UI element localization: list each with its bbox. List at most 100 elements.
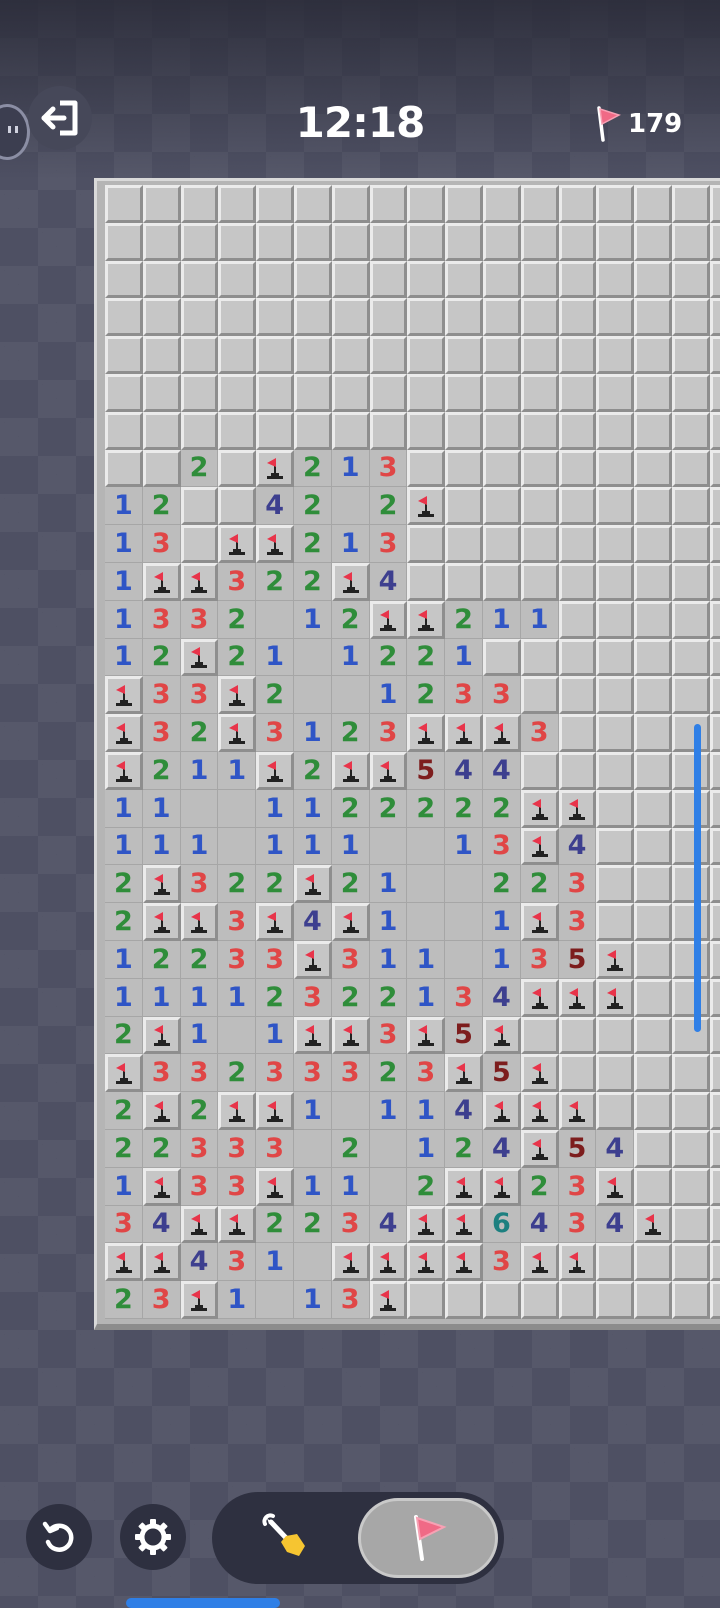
cell-number[interactable]: 3 xyxy=(142,525,181,563)
cell-covered[interactable] xyxy=(558,222,597,261)
cell-covered[interactable] xyxy=(369,185,408,223)
cell-covered[interactable] xyxy=(293,222,332,261)
cell-covered[interactable] xyxy=(596,827,635,866)
cell-number[interactable]: 2 xyxy=(218,865,257,904)
cell-covered[interactable] xyxy=(482,185,521,223)
cell-covered[interactable] xyxy=(671,373,710,412)
cell-covered[interactable] xyxy=(520,373,559,412)
cell-number[interactable]: 4 xyxy=(482,751,521,790)
cell-number[interactable]: 2 xyxy=(105,1016,143,1055)
cell-covered[interactable] xyxy=(218,449,257,488)
cell-covered[interactable] xyxy=(445,411,483,450)
cell-covered[interactable] xyxy=(369,222,408,261)
cell-flagged[interactable] xyxy=(445,1205,483,1244)
cell-covered[interactable] xyxy=(596,336,635,374)
cell-flagged[interactable] xyxy=(407,1205,446,1244)
cell-empty[interactable] xyxy=(331,487,370,526)
cell-covered[interactable] xyxy=(596,638,635,677)
cell-covered[interactable] xyxy=(709,1092,720,1130)
cell-number[interactable]: 5 xyxy=(558,940,597,979)
cell-number[interactable]: 3 xyxy=(482,1243,521,1282)
cell-flagged[interactable] xyxy=(142,1092,181,1130)
cell-covered[interactable] xyxy=(709,449,720,488)
cell-empty[interactable] xyxy=(445,865,483,904)
cell-covered[interactable] xyxy=(558,714,597,752)
cell-number[interactable]: 1 xyxy=(331,638,370,677)
cell-number[interactable]: 3 xyxy=(256,1054,294,1093)
cell-covered[interactable] xyxy=(558,1281,597,1319)
cell-number[interactable]: 4 xyxy=(293,903,332,941)
cell-covered[interactable] xyxy=(671,940,710,979)
cell-number[interactable]: 1 xyxy=(293,789,332,828)
cell-covered[interactable] xyxy=(218,222,257,261)
cell-number[interactable]: 2 xyxy=(407,638,446,677)
cell-covered[interactable] xyxy=(218,185,257,223)
cell-number[interactable]: 4 xyxy=(142,1205,181,1244)
cell-covered[interactable] xyxy=(482,562,521,601)
cell-number[interactable]: 3 xyxy=(293,978,332,1017)
cell-covered[interactable] xyxy=(407,222,446,261)
cell-covered[interactable] xyxy=(180,373,219,412)
cell-covered[interactable] xyxy=(709,373,720,412)
cell-covered[interactable] xyxy=(256,373,294,412)
cell-covered[interactable] xyxy=(709,1205,720,1244)
cell-number[interactable]: 1 xyxy=(520,600,559,639)
cell-flagged[interactable] xyxy=(369,600,408,639)
cell-covered[interactable] xyxy=(596,751,635,790)
cell-covered[interactable] xyxy=(634,336,672,374)
cell-covered[interactable] xyxy=(634,903,672,941)
cell-number[interactable]: 2 xyxy=(256,676,294,715)
cell-covered[interactable] xyxy=(596,1054,635,1093)
cell-number[interactable]: 1 xyxy=(369,940,408,979)
cell-covered[interactable] xyxy=(105,185,143,223)
cell-covered[interactable] xyxy=(180,525,219,563)
cell-flagged[interactable] xyxy=(558,1243,597,1282)
cell-covered[interactable] xyxy=(558,449,597,488)
cell-covered[interactable] xyxy=(596,185,635,223)
cell-covered[interactable] xyxy=(671,1167,710,1206)
cell-covered[interactable] xyxy=(407,411,446,450)
cell-covered[interactable] xyxy=(558,298,597,337)
settings-button[interactable] xyxy=(120,1504,186,1570)
cell-number[interactable]: 1 xyxy=(105,940,143,979)
cell-covered[interactable] xyxy=(256,411,294,450)
cell-number[interactable]: 2 xyxy=(218,600,257,639)
cell-covered[interactable] xyxy=(634,751,672,790)
cell-flagged[interactable] xyxy=(369,751,408,790)
cell-flagged[interactable] xyxy=(256,903,294,941)
cell-number[interactable]: 3 xyxy=(558,865,597,904)
cell-number[interactable]: 3 xyxy=(369,1016,408,1055)
cell-covered[interactable] xyxy=(293,298,332,337)
cell-number[interactable]: 4 xyxy=(520,1205,559,1244)
cell-number[interactable]: 2 xyxy=(293,525,332,563)
cell-covered[interactable] xyxy=(105,222,143,261)
cell-covered[interactable] xyxy=(407,449,446,488)
cell-number[interactable]: 2 xyxy=(369,1054,408,1093)
cell-covered[interactable] xyxy=(634,789,672,828)
cell-flagged[interactable] xyxy=(142,865,181,904)
cell-number[interactable]: 4 xyxy=(369,1205,408,1244)
cell-covered[interactable] xyxy=(105,336,143,374)
cell-flagged[interactable] xyxy=(256,525,294,563)
cell-covered[interactable] xyxy=(558,600,597,639)
cell-covered[interactable] xyxy=(331,298,370,337)
cell-covered[interactable] xyxy=(293,336,332,374)
cell-number[interactable]: 1 xyxy=(293,600,332,639)
cell-covered[interactable] xyxy=(256,185,294,223)
cell-number[interactable]: 3 xyxy=(142,600,181,639)
cell-number[interactable]: 2 xyxy=(180,449,219,488)
cell-covered[interactable] xyxy=(407,185,446,223)
cell-covered[interactable] xyxy=(520,260,559,299)
cell-number[interactable]: 3 xyxy=(331,1054,370,1093)
cell-number[interactable]: 2 xyxy=(105,903,143,941)
cell-empty[interactable] xyxy=(256,600,294,639)
cell-covered[interactable] xyxy=(596,600,635,639)
cell-number[interactable]: 1 xyxy=(445,827,483,866)
cell-covered[interactable] xyxy=(634,1281,672,1319)
cell-number[interactable]: 1 xyxy=(369,676,408,715)
cell-flagged[interactable] xyxy=(218,525,257,563)
cell-covered[interactable] xyxy=(634,978,672,1017)
cell-number[interactable]: 3 xyxy=(369,449,408,488)
cell-covered[interactable] xyxy=(596,487,635,526)
cell-flagged[interactable] xyxy=(520,1054,559,1093)
